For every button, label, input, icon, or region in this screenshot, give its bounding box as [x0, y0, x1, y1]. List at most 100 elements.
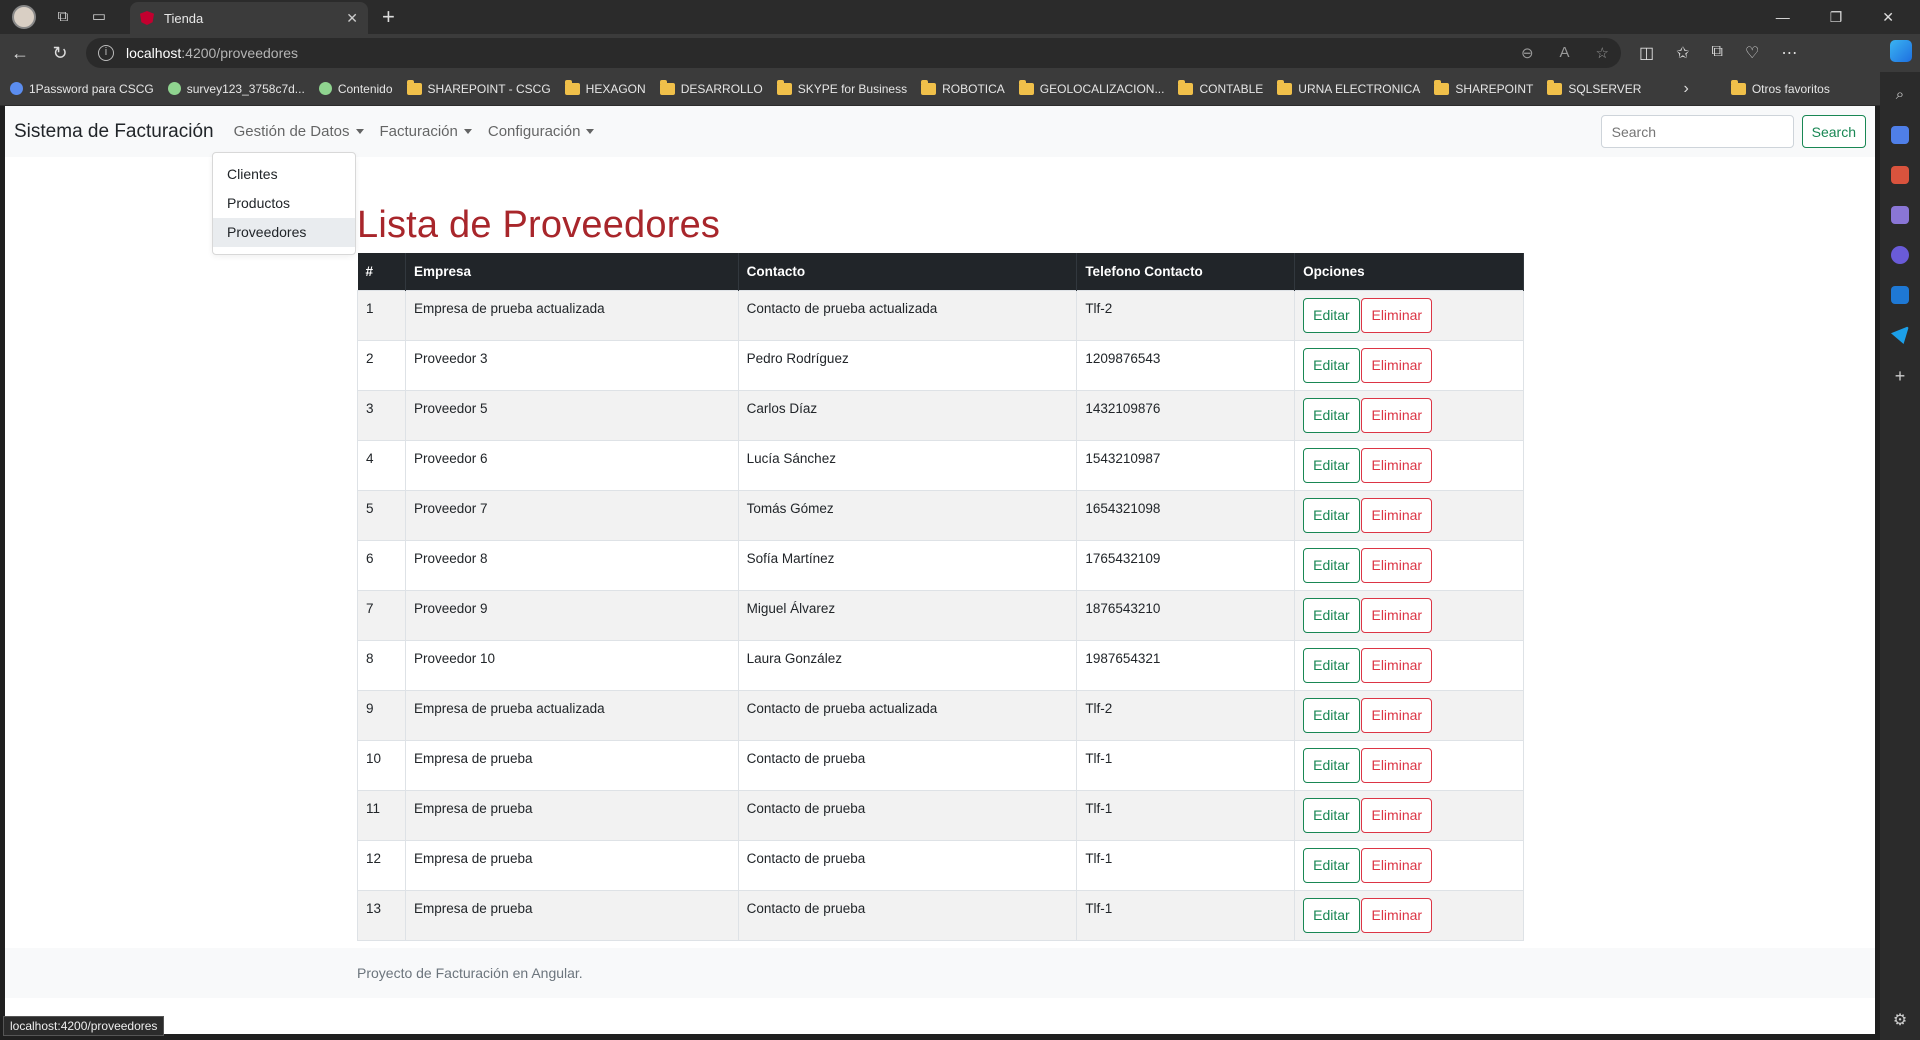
search-form: Search: [1600, 115, 1866, 148]
edit-button[interactable]: Editar: [1303, 697, 1360, 733]
delete-button[interactable]: Eliminar: [1361, 647, 1433, 683]
profile-avatar[interactable]: [12, 5, 36, 29]
edit-button[interactable]: Editar: [1303, 897, 1360, 933]
bookmark-item[interactable]: ROBOTICA: [921, 79, 1005, 96]
dropdown-item-clientes[interactable]: Clientes: [213, 160, 355, 189]
delete-button[interactable]: Eliminar: [1361, 897, 1433, 933]
bookmark-item[interactable]: GEOLOCALIZACION...: [1018, 79, 1165, 96]
edit-button[interactable]: Editar: [1303, 547, 1360, 583]
site-info-icon[interactable]: i: [98, 45, 114, 61]
delete-button[interactable]: Eliminar: [1361, 447, 1433, 483]
cell-id: 13: [357, 889, 406, 941]
add-sidebar-app-icon[interactable]: +: [1895, 366, 1906, 387]
delete-button[interactable]: Eliminar: [1361, 797, 1433, 833]
menu-facturacion[interactable]: Facturación: [380, 123, 472, 140]
edit-button[interactable]: Editar: [1303, 397, 1360, 433]
edit-button[interactable]: Editar: [1303, 797, 1360, 833]
url-path: :4200/proveedores: [181, 45, 299, 61]
menu-gestion-datos[interactable]: Gestión de Datos: [234, 123, 364, 140]
edit-button[interactable]: Editar: [1303, 447, 1360, 483]
column-header: Telefono Contacto: [1076, 253, 1296, 290]
bookmark-label: GEOLOCALIZACION...: [1039, 81, 1165, 96]
cell-contacto: Contacto de prueba: [738, 789, 1078, 840]
bookmark-item[interactable]: Contenido: [318, 81, 393, 96]
edit-button[interactable]: Editar: [1303, 347, 1360, 383]
bookmarks-overflow-chevron-icon[interactable]: ›: [1683, 80, 1688, 98]
bookmark-item[interactable]: 1Password para CSCG: [10, 82, 154, 96]
dropdown-item-productos[interactable]: Productos: [213, 189, 355, 218]
bookmark-item[interactable]: survey123_3758c7d...: [167, 82, 305, 96]
angular-favicon-icon: [140, 11, 154, 25]
dropdown-item-proveedores[interactable]: Proveedores: [213, 218, 355, 247]
menu-configuracion[interactable]: Configuración: [488, 123, 595, 140]
bookmark-item[interactable]: SHAREPOINT: [1434, 79, 1533, 96]
shopping-tag-icon[interactable]: [1891, 126, 1909, 144]
bookmark-label: CONTABLE: [1199, 81, 1264, 96]
edit-button[interactable]: Editar: [1303, 747, 1360, 783]
delete-button[interactable]: Eliminar: [1361, 347, 1433, 383]
edit-button[interactable]: Editar: [1303, 497, 1360, 533]
copilot-icon[interactable]: [1890, 40, 1912, 62]
bookmark-item[interactable]: CONTABLE: [1178, 79, 1264, 96]
bookmark-label: Contenido: [337, 81, 393, 96]
bookmark-item[interactable]: SQLSERVER: [1547, 79, 1641, 96]
delete-button[interactable]: Eliminar: [1361, 697, 1433, 733]
address-toolbar: ← ↻ i localhost :4200/proveedores ⊖ A ☆ …: [0, 34, 1920, 72]
delete-button[interactable]: Eliminar: [1361, 497, 1433, 533]
outlook-icon[interactable]: [1891, 286, 1909, 304]
favorite-star-icon[interactable]: ☆: [1596, 44, 1609, 62]
close-window-icon[interactable]: ✕: [1882, 9, 1894, 26]
tools-icon[interactable]: [1891, 166, 1909, 184]
search-icon[interactable]: ⌕: [1891, 86, 1909, 104]
sidebar-settings-gear-icon[interactable]: ⚙: [1893, 1010, 1907, 1030]
games-icon[interactable]: [1891, 206, 1909, 224]
edit-button[interactable]: Editar: [1303, 597, 1360, 633]
bookmark-item[interactable]: DESARROLLO: [659, 79, 763, 96]
bookmark-item[interactable]: HEXAGON: [564, 79, 646, 96]
cell-empresa: Empresa de prueba: [405, 839, 739, 890]
browser-essentials-icon[interactable]: ♡: [1745, 43, 1759, 63]
delete-button[interactable]: Eliminar: [1361, 847, 1433, 883]
workspaces-icon[interactable]: ⧉: [54, 8, 72, 26]
refresh-icon[interactable]: ↻: [40, 43, 80, 64]
delete-button[interactable]: Eliminar: [1361, 547, 1433, 583]
edit-button[interactable]: Editar: [1303, 847, 1360, 883]
menu-label: Configuración: [487, 123, 581, 140]
url-field[interactable]: i localhost :4200/proveedores ⊖ A ☆: [86, 38, 1621, 68]
bookmark-item[interactable]: SKYPE for Business: [776, 79, 907, 96]
close-tab-icon[interactable]: ✕: [346, 10, 358, 27]
bookmark-item[interactable]: URNA ELECTRONICA: [1277, 79, 1420, 96]
bookmark-item[interactable]: SHAREPOINT - CSCG: [406, 79, 551, 96]
restore-icon[interactable]: ❐: [1830, 9, 1843, 26]
delete-button[interactable]: Eliminar: [1361, 297, 1433, 333]
more-menu-icon[interactable]: ⋯: [1781, 43, 1797, 63]
microsoft365-icon[interactable]: [1891, 246, 1909, 264]
edit-button[interactable]: Editar: [1303, 647, 1360, 683]
column-header: #: [357, 253, 406, 290]
tab-actions-icon[interactable]: ▭: [90, 8, 108, 26]
app-brand[interactable]: Sistema de Facturación: [14, 121, 214, 143]
minimize-icon[interactable]: —: [1776, 9, 1790, 26]
delete-button[interactable]: Eliminar: [1361, 747, 1433, 783]
back-arrow-icon[interactable]: ←: [0, 43, 40, 64]
browser-tab-active[interactable]: Tienda ✕: [130, 2, 368, 34]
edit-button[interactable]: Editar: [1303, 297, 1360, 333]
delete-button[interactable]: Eliminar: [1361, 397, 1433, 433]
send-icon[interactable]: [1891, 326, 1909, 344]
cell-telefono: 1876543210: [1076, 589, 1296, 640]
search-input[interactable]: [1600, 115, 1794, 148]
delete-button[interactable]: Eliminar: [1361, 597, 1433, 633]
folder-icon: [406, 79, 422, 95]
column-header: Empresa: [405, 253, 739, 290]
cell-empresa: Proveedor 5: [405, 389, 739, 440]
search-button[interactable]: Search: [1801, 115, 1866, 148]
read-aloud-icon[interactable]: A: [1560, 44, 1570, 62]
cell-opciones: Editar Eliminar: [1294, 339, 1524, 390]
collections-icon[interactable]: ⧉: [1712, 43, 1723, 63]
zoom-icon[interactable]: ⊖: [1521, 44, 1534, 62]
new-tab-icon[interactable]: +: [382, 4, 395, 30]
cell-empresa: Proveedor 9: [405, 589, 739, 640]
other-favorites-folder[interactable]: Otros favoritos: [1730, 79, 1830, 96]
split-screen-icon[interactable]: ◫: [1639, 43, 1654, 63]
favorites-icon[interactable]: ✩: [1676, 43, 1689, 63]
